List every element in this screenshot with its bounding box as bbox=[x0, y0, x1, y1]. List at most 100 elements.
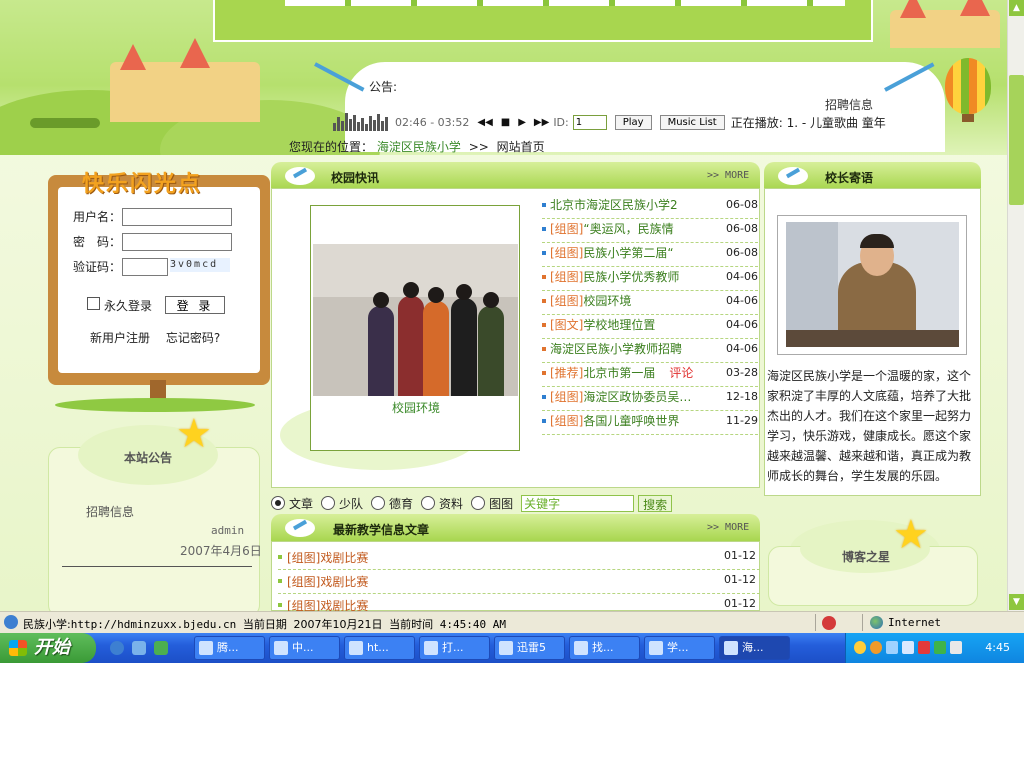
recruit-link[interactable]: 招聘信息 bbox=[825, 96, 873, 113]
ie-quicklaunch-icon[interactable] bbox=[110, 641, 124, 655]
news-item-title[interactable]: 海淀区民族小学教师招聘 bbox=[550, 339, 696, 359]
forgot-password-link[interactable]: 忘记密码? bbox=[166, 331, 220, 345]
search-input[interactable] bbox=[521, 494, 635, 512]
news-item-title[interactable]: [组图]各国儿童呼唤世界 bbox=[550, 411, 693, 431]
browser-status-bar: 民族小学:http://hdminzuxx.bjedu.cn 当前日期 2007… bbox=[0, 611, 1024, 633]
breadcrumb-separator: >> bbox=[468, 140, 489, 154]
tray-volume-icon[interactable] bbox=[950, 641, 962, 654]
breadcrumb-school-link[interactable]: 海淀区民族小学 bbox=[377, 140, 461, 154]
news-item-title[interactable]: 北京市海淀区民族小学2 bbox=[550, 195, 692, 215]
news-item[interactable]: [组图]民族小学优秀教师 04-06 bbox=[542, 267, 758, 291]
news-item[interactable]: [推荐]北京市第一届 评论 03-28 bbox=[542, 363, 758, 387]
tray-bell-icon[interactable] bbox=[854, 641, 866, 654]
news-item[interactable]: 海淀区民族小学教师招聘 04-06 bbox=[542, 339, 758, 363]
site-notice-item[interactable]: 招聘信息 bbox=[86, 503, 134, 520]
window-icon bbox=[349, 641, 363, 655]
search-type-radio[interactable] bbox=[271, 496, 285, 510]
tray-qq-icon[interactable] bbox=[870, 641, 882, 654]
news-item[interactable]: [图文]学校地理位置 04-06 bbox=[542, 315, 758, 339]
rewind-icon[interactable]: ◀◀ bbox=[477, 117, 492, 128]
login-button[interactable]: 登 录 bbox=[165, 296, 225, 314]
thunder-quicklaunch-icon[interactable] bbox=[154, 641, 168, 655]
star-icon: ★ bbox=[893, 512, 929, 558]
article-item-date: 01-12 bbox=[724, 549, 756, 562]
news-item-title[interactable]: [组图]校园环境 bbox=[550, 291, 645, 311]
search-type-radio[interactable] bbox=[371, 496, 386, 510]
tray-network-icon[interactable] bbox=[886, 641, 898, 654]
equalizer-icon bbox=[333, 113, 389, 131]
search-type-radio[interactable] bbox=[421, 496, 436, 510]
taskbar-task-button[interactable]: 腾... bbox=[194, 636, 265, 660]
username-input[interactable] bbox=[122, 208, 232, 226]
article-item-title[interactable]: [组图]戏剧比赛 bbox=[287, 573, 368, 590]
breadcrumb: 您现在的位置： 海淀区民族小学 >> 网站首页 bbox=[289, 138, 545, 155]
news-item[interactable]: [组图]海淀区政协委员吴… 12-18 bbox=[542, 387, 758, 411]
taskbar-task-button[interactable]: 打... bbox=[419, 636, 490, 660]
scroll-down-icon[interactable]: ▼ bbox=[1009, 594, 1024, 610]
play-icon[interactable]: ▶ bbox=[518, 117, 526, 128]
captcha-image[interactable]: 3v0mcd bbox=[170, 258, 230, 272]
taskbar-task-button[interactable]: 迅雷5 bbox=[494, 636, 565, 660]
news-item-title[interactable]: [组图]民族小学第二届“ bbox=[550, 243, 688, 263]
news-item[interactable]: [组图]民族小学第二届“ 06-08 bbox=[542, 243, 758, 267]
player-id-input[interactable] bbox=[572, 114, 607, 130]
system-tray: 4:45 bbox=[845, 633, 1024, 663]
header-nav-tabs[interactable] bbox=[285, 0, 845, 6]
pin-icon bbox=[285, 167, 315, 185]
taskbar-task-button[interactable]: 找... bbox=[569, 636, 640, 660]
article-item-title[interactable]: [组图]戏剧比赛 bbox=[287, 597, 368, 611]
remember-checkbox[interactable] bbox=[87, 297, 100, 310]
scroll-up-icon[interactable]: ▲ bbox=[1009, 0, 1024, 16]
tray-monitor-icon[interactable] bbox=[902, 641, 914, 654]
taskbar-task-button[interactable]: 中... bbox=[269, 636, 340, 660]
article-item[interactable]: [组图]戏剧比赛 01-12 bbox=[278, 594, 760, 611]
news-item-title[interactable]: [组图]海淀区政协委员吴… bbox=[550, 387, 705, 407]
news-item[interactable]: 北京市海淀区民族小学2 06-08 bbox=[542, 195, 758, 219]
article-item[interactable]: [组图]戏剧比赛 01-12 bbox=[278, 570, 760, 594]
news-item[interactable]: [组图]校园环境 04-06 bbox=[542, 291, 758, 315]
news-item-title[interactable]: [组图]“奥运风，民族情 bbox=[550, 219, 688, 239]
security-zone-label: Internet bbox=[888, 616, 941, 629]
blog-star-title: 博客之星 bbox=[842, 550, 891, 564]
stop-icon[interactable]: ■ bbox=[501, 117, 510, 128]
photo-caption[interactable]: 校园环境 bbox=[392, 399, 440, 416]
news-item-date: 12-18 bbox=[726, 390, 758, 403]
article-item[interactable]: [组图]戏剧比赛 01-12 bbox=[278, 546, 760, 570]
principal-message: 海淀区民族小学是一个温暖的家，这个家积淀了丰厚的人文底蕴，培养了大批杰出的人才。… bbox=[767, 369, 972, 483]
news-item-date: 04-06 bbox=[726, 318, 758, 331]
tray-security-icon[interactable] bbox=[934, 641, 946, 654]
search-type-label: 图图 bbox=[489, 496, 514, 511]
news-item[interactable]: [组图]“奥运风，民族情 06-08 bbox=[542, 219, 758, 243]
player-play-button[interactable]: Play bbox=[614, 114, 652, 130]
taskbar-task-button[interactable]: 海... bbox=[719, 636, 790, 660]
tray-antivirus-icon[interactable] bbox=[918, 641, 930, 654]
campus-news-more-link[interactable]: >> MORE bbox=[707, 170, 749, 181]
news-item-title[interactable]: [推荐]北京市第一届 评论 bbox=[550, 363, 693, 383]
news-item-title[interactable]: [组图]民族小学优秀教师 bbox=[550, 267, 693, 287]
register-link[interactable]: 新用户注册 bbox=[90, 331, 150, 345]
article-item-title[interactable]: [组图]戏剧比赛 bbox=[287, 549, 368, 566]
popup-blocked-icon[interactable] bbox=[822, 616, 836, 630]
taskbar-task-button[interactable]: ht... bbox=[344, 636, 415, 660]
captcha-input[interactable] bbox=[122, 258, 168, 276]
search-button[interactable]: 搜索 bbox=[638, 494, 673, 512]
news-item-date: 11-29 bbox=[726, 414, 758, 427]
browser-quicklaunch-icon[interactable] bbox=[132, 641, 146, 655]
latest-articles-more-link[interactable]: >> MORE bbox=[707, 522, 749, 533]
scroll-thumb[interactable] bbox=[1009, 75, 1024, 205]
search-type-radio[interactable] bbox=[471, 496, 486, 510]
password-input[interactable] bbox=[122, 233, 232, 251]
start-button[interactable]: 开始 bbox=[0, 633, 96, 663]
taskbar-task-button[interactable]: 学... bbox=[644, 636, 715, 660]
news-item[interactable]: [组图]各国儿童呼唤世界 11-29 bbox=[542, 411, 758, 435]
decor-grass bbox=[55, 398, 255, 412]
music-list-button[interactable]: Music List bbox=[659, 114, 725, 130]
balloon-basket bbox=[962, 114, 974, 122]
search-type-label: 少队 bbox=[339, 496, 364, 511]
search-type-radio[interactable] bbox=[321, 496, 336, 510]
news-item-title[interactable]: [图文]学校地理位置 bbox=[550, 315, 669, 335]
player-time: 02:46 - 03:52 bbox=[395, 115, 470, 129]
vertical-scrollbar[interactable]: ▲ ▼ bbox=[1007, 0, 1024, 611]
campus-photo[interactable] bbox=[313, 244, 518, 396]
forward-icon[interactable]: ▶▶ bbox=[534, 117, 549, 128]
